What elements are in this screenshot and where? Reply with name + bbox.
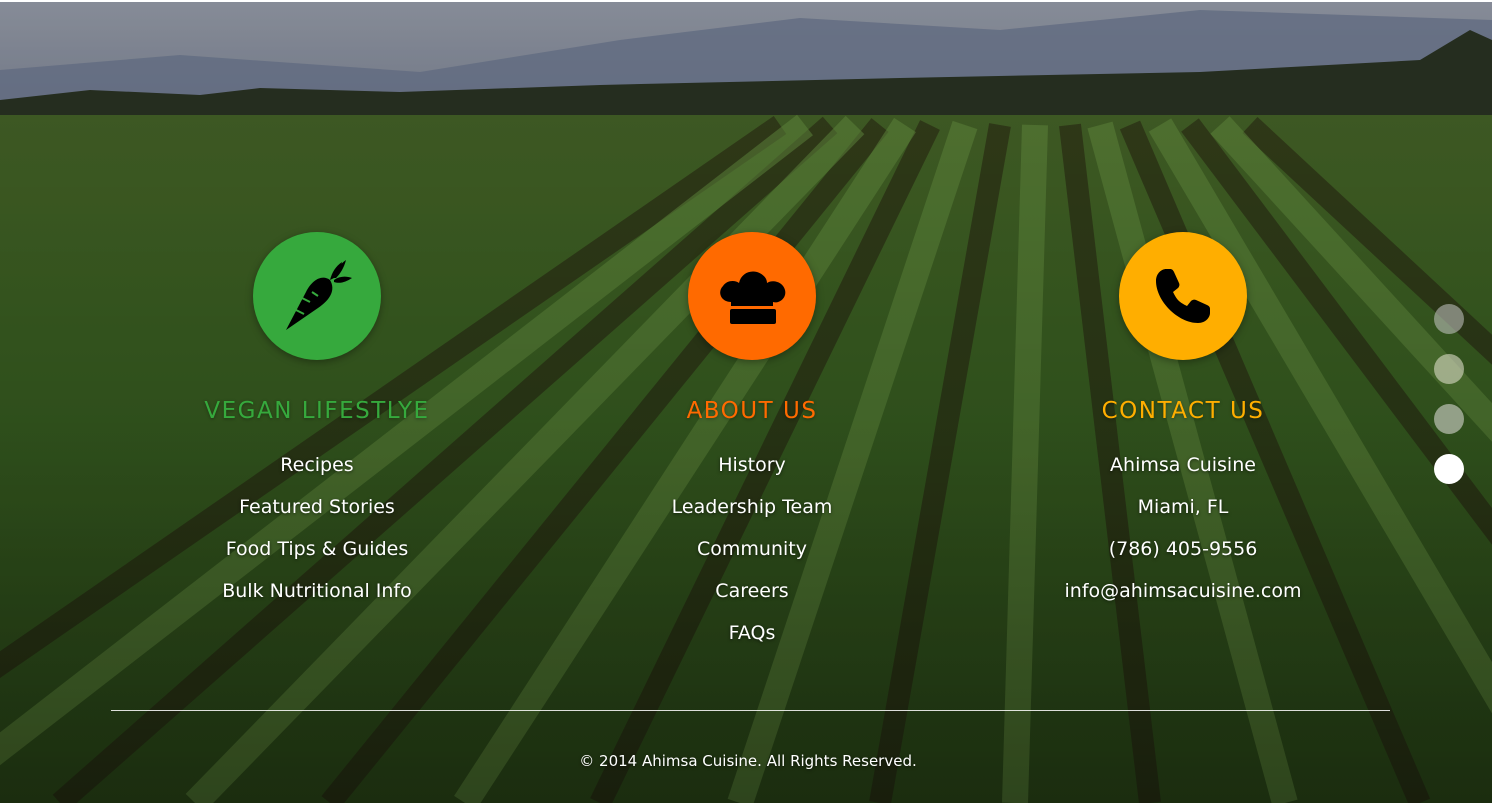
contact-email-link[interactable]: info@ahimsacuisine.com <box>1065 570 1302 612</box>
link-community[interactable]: Community <box>672 528 833 570</box>
link-food-tips-guides[interactable]: Food Tips & Guides <box>222 528 412 570</box>
carrot-icon <box>286 260 352 330</box>
column-heading: CONTACT US <box>1101 398 1265 424</box>
column-heading: ABOUT US <box>686 398 818 424</box>
contact-phone-link[interactable]: (786) 405-9556 <box>1065 528 1302 570</box>
top-border <box>0 0 1492 2</box>
vegan-badge[interactable] <box>253 232 381 360</box>
link-careers[interactable]: Careers <box>672 570 833 612</box>
link-recipes[interactable]: Recipes <box>222 444 412 486</box>
contact-links: Ahimsa Cuisine Miami, FL (786) 405-9556 … <box>1065 444 1302 612</box>
about-badge[interactable] <box>688 232 816 360</box>
footer-divider <box>111 710 1390 711</box>
slide-nav-dots <box>1434 304 1464 504</box>
contact-location: Miami, FL <box>1137 496 1229 518</box>
link-faqs[interactable]: FAQs <box>672 612 833 654</box>
chef-hat-icon <box>720 271 786 324</box>
contact-us-column: CONTACT US Ahimsa Cuisine Miami, FL (786… <box>1003 232 1363 612</box>
about-links: History Leadership Team Community Career… <box>672 444 833 654</box>
slide-dot-4-active[interactable] <box>1434 454 1464 484</box>
copyright-text: © 2014 Ahimsa Cuisine. All Rights Reserv… <box>579 752 917 770</box>
contact-badge[interactable] <box>1119 232 1247 360</box>
slide-dot-2[interactable] <box>1434 354 1464 384</box>
link-history[interactable]: History <box>672 444 833 486</box>
contact-company-name: Ahimsa Cuisine <box>1110 454 1256 476</box>
vegan-links: Recipes Featured Stories Food Tips & Gui… <box>222 444 412 612</box>
phone-icon <box>1156 269 1210 323</box>
column-heading: VEGAN LIFESTLYE <box>204 398 430 424</box>
slide-dot-1[interactable] <box>1434 304 1464 334</box>
link-featured-stories[interactable]: Featured Stories <box>222 486 412 528</box>
link-leadership-team[interactable]: Leadership Team <box>672 486 833 528</box>
link-bulk-nutritional-info[interactable]: Bulk Nutritional Info <box>222 570 412 612</box>
vegan-lifestyle-column: VEGAN LIFESTLYE Recipes Featured Stories… <box>137 232 497 612</box>
about-us-column: ABOUT US History Leadership Team Communi… <box>572 232 932 654</box>
slide-dot-3[interactable] <box>1434 404 1464 434</box>
